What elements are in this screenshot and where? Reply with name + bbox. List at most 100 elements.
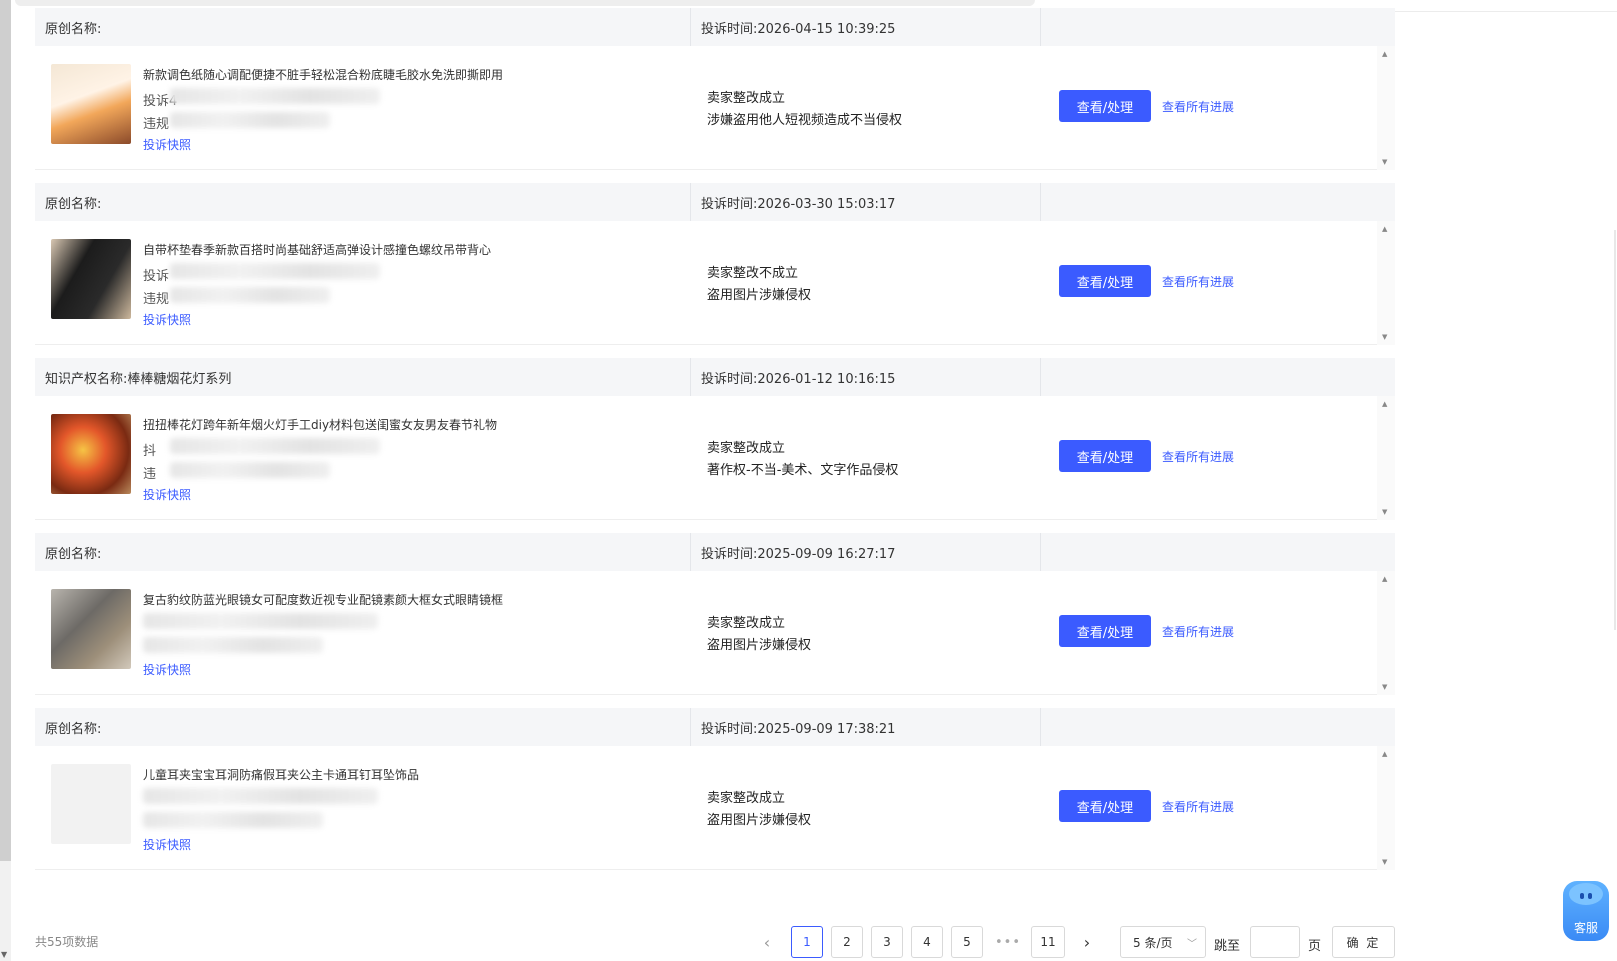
chevron-down-icon: ﹀ xyxy=(1187,939,1197,950)
complaint-id-prefix: 投诉 xyxy=(143,269,170,284)
original-name-label: 原创名称: xyxy=(45,196,102,212)
complaint-card-body: 儿童耳夹宝宝耳洞防痛假耳夹公主卡通耳钉耳坠饰品 投诉快照 卖家整改成立 盗用图片… xyxy=(35,746,1395,870)
product-title: 复古豹纹防蓝光眼镜女可配度数近视专业配镜素颜大框女式眼睛镜框 xyxy=(143,593,504,607)
complaint-time: 投诉时间:2026-01-12 10:16:15 xyxy=(690,358,1041,396)
view-handle-button[interactable]: 查看/处理 xyxy=(1059,615,1151,647)
violation-prefix: 违 xyxy=(143,467,157,482)
view-handle-button[interactable]: 查看/处理 xyxy=(1059,790,1151,822)
page-scrollbar-track[interactable]: ▼ xyxy=(0,861,11,961)
jump-page-input[interactable] xyxy=(1250,926,1300,958)
view-handle-button[interactable]: 查看/处理 xyxy=(1059,440,1151,472)
redacted-complaint-id xyxy=(170,263,380,279)
page-button-2[interactable]: 2 xyxy=(831,926,863,958)
customer-service-widget[interactable]: 客服 xyxy=(1563,881,1609,941)
rectification-status: 卖家整改成立 著作权-不当-美术、文字作品侵权 xyxy=(707,438,898,482)
robot-mascot-icon xyxy=(1569,883,1603,905)
original-name-label: 原创名称: xyxy=(45,21,102,37)
status-text: 卖家整改不成立 xyxy=(707,266,799,281)
view-handle-button[interactable]: 查看/处理 xyxy=(1059,265,1151,297)
complaint-card-header: 知识产权名称:棒棒糖烟花灯系列 投诉时间:2026-01-12 10:16:15 xyxy=(35,358,1395,396)
card-scrollbar[interactable]: ▲ ▼ xyxy=(1377,571,1395,695)
mascot-eye xyxy=(1588,893,1592,899)
card-scrollbar[interactable]: ▲ ▼ xyxy=(1377,46,1395,170)
scroll-up-arrow-icon[interactable]: ▲ xyxy=(1382,50,1387,58)
original-name-label: 原创名称: xyxy=(45,546,102,562)
rectification-status: 卖家整改成立 盗用图片涉嫌侵权 xyxy=(707,788,811,832)
rectification-status: 卖家整改成立 涉嫌盗用他人短视频造成不当侵权 xyxy=(707,88,902,132)
product-thumbnail xyxy=(51,414,131,494)
violation-prefix: 违规 xyxy=(143,292,170,307)
scroll-down-arrow-icon[interactable]: ▼ xyxy=(1382,683,1387,691)
scroll-up-arrow-icon[interactable]: ▲ xyxy=(1382,225,1387,233)
right-edge-line xyxy=(1614,230,1616,630)
card-scrollbar[interactable]: ▲ ▼ xyxy=(1377,746,1395,870)
page-button-3[interactable]: 3 xyxy=(871,926,903,958)
complaint-card: 原创名称: 投诉时间:2025-09-09 16:27:17 复古豹纹防蓝光眼镜… xyxy=(35,533,1395,695)
top-horizontal-scrollbar[interactable] xyxy=(15,0,1035,6)
rectification-status: 卖家整改不成立 盗用图片涉嫌侵权 xyxy=(707,263,811,307)
product-thumbnail-placeholder xyxy=(51,764,131,844)
complaint-snapshot-link[interactable]: 投诉快照 xyxy=(143,486,191,503)
complaint-card-body: 复古豹纹防蓝光眼镜女可配度数近视专业配镜素颜大框女式眼睛镜框 投诉快照 卖家整改… xyxy=(35,571,1395,695)
complaint-card: 原创名称: 投诉时间:2026-04-15 10:39:25 新款调色纸随心调配… xyxy=(35,8,1395,170)
view-all-progress-link[interactable]: 查看所有进展 xyxy=(1162,448,1234,465)
page-size-value: 5 条/页 xyxy=(1133,935,1173,950)
scroll-down-arrow-icon[interactable]: ▼ xyxy=(1382,158,1387,166)
redacted-violation-info xyxy=(170,287,330,303)
rectification-status: 卖家整改成立 盗用图片涉嫌侵权 xyxy=(707,613,811,657)
scroll-up-arrow-icon[interactable]: ▲ xyxy=(1382,400,1387,408)
customer-service-label: 客服 xyxy=(1573,921,1598,935)
card-scrollbar[interactable]: ▲ ▼ xyxy=(1377,221,1395,345)
more-pages-ellipsis[interactable]: ••• xyxy=(993,926,1023,958)
view-handle-button[interactable]: 查看/处理 xyxy=(1059,90,1151,122)
view-all-progress-link[interactable]: 查看所有进展 xyxy=(1162,798,1234,815)
card-scrollbar[interactable]: ▲ ▼ xyxy=(1377,396,1395,520)
complaint-card-header: 原创名称: 投诉时间:2025-09-09 16:27:17 xyxy=(35,533,1395,571)
confirm-jump-button[interactable]: 确 定 xyxy=(1332,926,1395,958)
scroll-down-arrow-icon[interactable]: ▼ xyxy=(1382,333,1387,341)
prev-page-icon[interactable]: ‹ xyxy=(755,926,779,958)
redacted-complaint-id xyxy=(143,613,378,629)
next-page-icon[interactable]: › xyxy=(1075,926,1099,958)
status-text: 卖家整改成立 xyxy=(707,791,786,806)
scroll-down-arrow-icon[interactable]: ▼ xyxy=(1382,508,1387,516)
complaint-card-header: 原创名称: 投诉时间:2026-03-30 15:03:17 xyxy=(35,183,1395,221)
page-unit-label: 页 xyxy=(1308,939,1322,954)
original-name-label: 原创名称: xyxy=(45,721,102,737)
status-text: 卖家整改成立 xyxy=(707,91,786,106)
page-button-5[interactable]: 5 xyxy=(951,926,983,958)
violation-reason: 著作权-不当-美术、文字作品侵权 xyxy=(707,463,899,478)
complaint-snapshot-link[interactable]: 投诉快照 xyxy=(143,311,191,328)
product-title: 新款调色纸随心调配便捷不脏手轻松混合粉底睫毛胶水免洗即撕即用 xyxy=(143,68,504,82)
scroll-down-arrow-icon[interactable]: ▼ xyxy=(1,950,7,959)
page-size-select[interactable]: 5 条/页 ﹀ xyxy=(1120,926,1206,958)
product-thumbnail xyxy=(51,239,131,319)
page-scrollbar-thumb[interactable] xyxy=(0,0,11,861)
complaint-snapshot-link[interactable]: 投诉快照 xyxy=(143,836,191,853)
status-text: 卖家整改成立 xyxy=(707,441,786,456)
redacted-violation-info xyxy=(170,462,330,478)
mascot-eye xyxy=(1580,893,1584,899)
view-all-progress-link[interactable]: 查看所有进展 xyxy=(1162,273,1234,290)
redacted-complaint-id xyxy=(170,88,380,104)
complaint-card: 知识产权名称:棒棒糖烟花灯系列 投诉时间:2026-01-12 10:16:15… xyxy=(35,358,1395,520)
complaint-snapshot-link[interactable]: 投诉快照 xyxy=(143,136,191,153)
complaint-card-header: 原创名称: 投诉时间:2025-09-09 17:38:21 xyxy=(35,708,1395,746)
scroll-down-arrow-icon[interactable]: ▼ xyxy=(1382,858,1387,866)
view-all-progress-link[interactable]: 查看所有进展 xyxy=(1162,623,1234,640)
page-button-last[interactable]: 11 xyxy=(1031,926,1065,958)
complaint-id-prefix: 抖 xyxy=(143,444,157,459)
view-all-progress-link[interactable]: 查看所有进展 xyxy=(1162,98,1234,115)
scroll-up-arrow-icon[interactable]: ▲ xyxy=(1382,750,1387,758)
scroll-up-arrow-icon[interactable]: ▲ xyxy=(1382,575,1387,583)
complaint-time: 投诉时间:2025-09-09 16:27:17 xyxy=(690,533,1041,571)
redacted-violation-info xyxy=(170,112,330,128)
status-text: 卖家整改成立 xyxy=(707,616,786,631)
page-button-1[interactable]: 1 xyxy=(791,926,823,958)
complaint-snapshot-link[interactable]: 投诉快照 xyxy=(143,661,191,678)
violation-reason: 盗用图片涉嫌侵权 xyxy=(707,638,812,653)
page-button-4[interactable]: 4 xyxy=(911,926,943,958)
redacted-complaint-id xyxy=(170,438,380,454)
violation-reason: 盗用图片涉嫌侵权 xyxy=(707,813,812,828)
jump-to-label: 跳至 xyxy=(1214,939,1241,954)
